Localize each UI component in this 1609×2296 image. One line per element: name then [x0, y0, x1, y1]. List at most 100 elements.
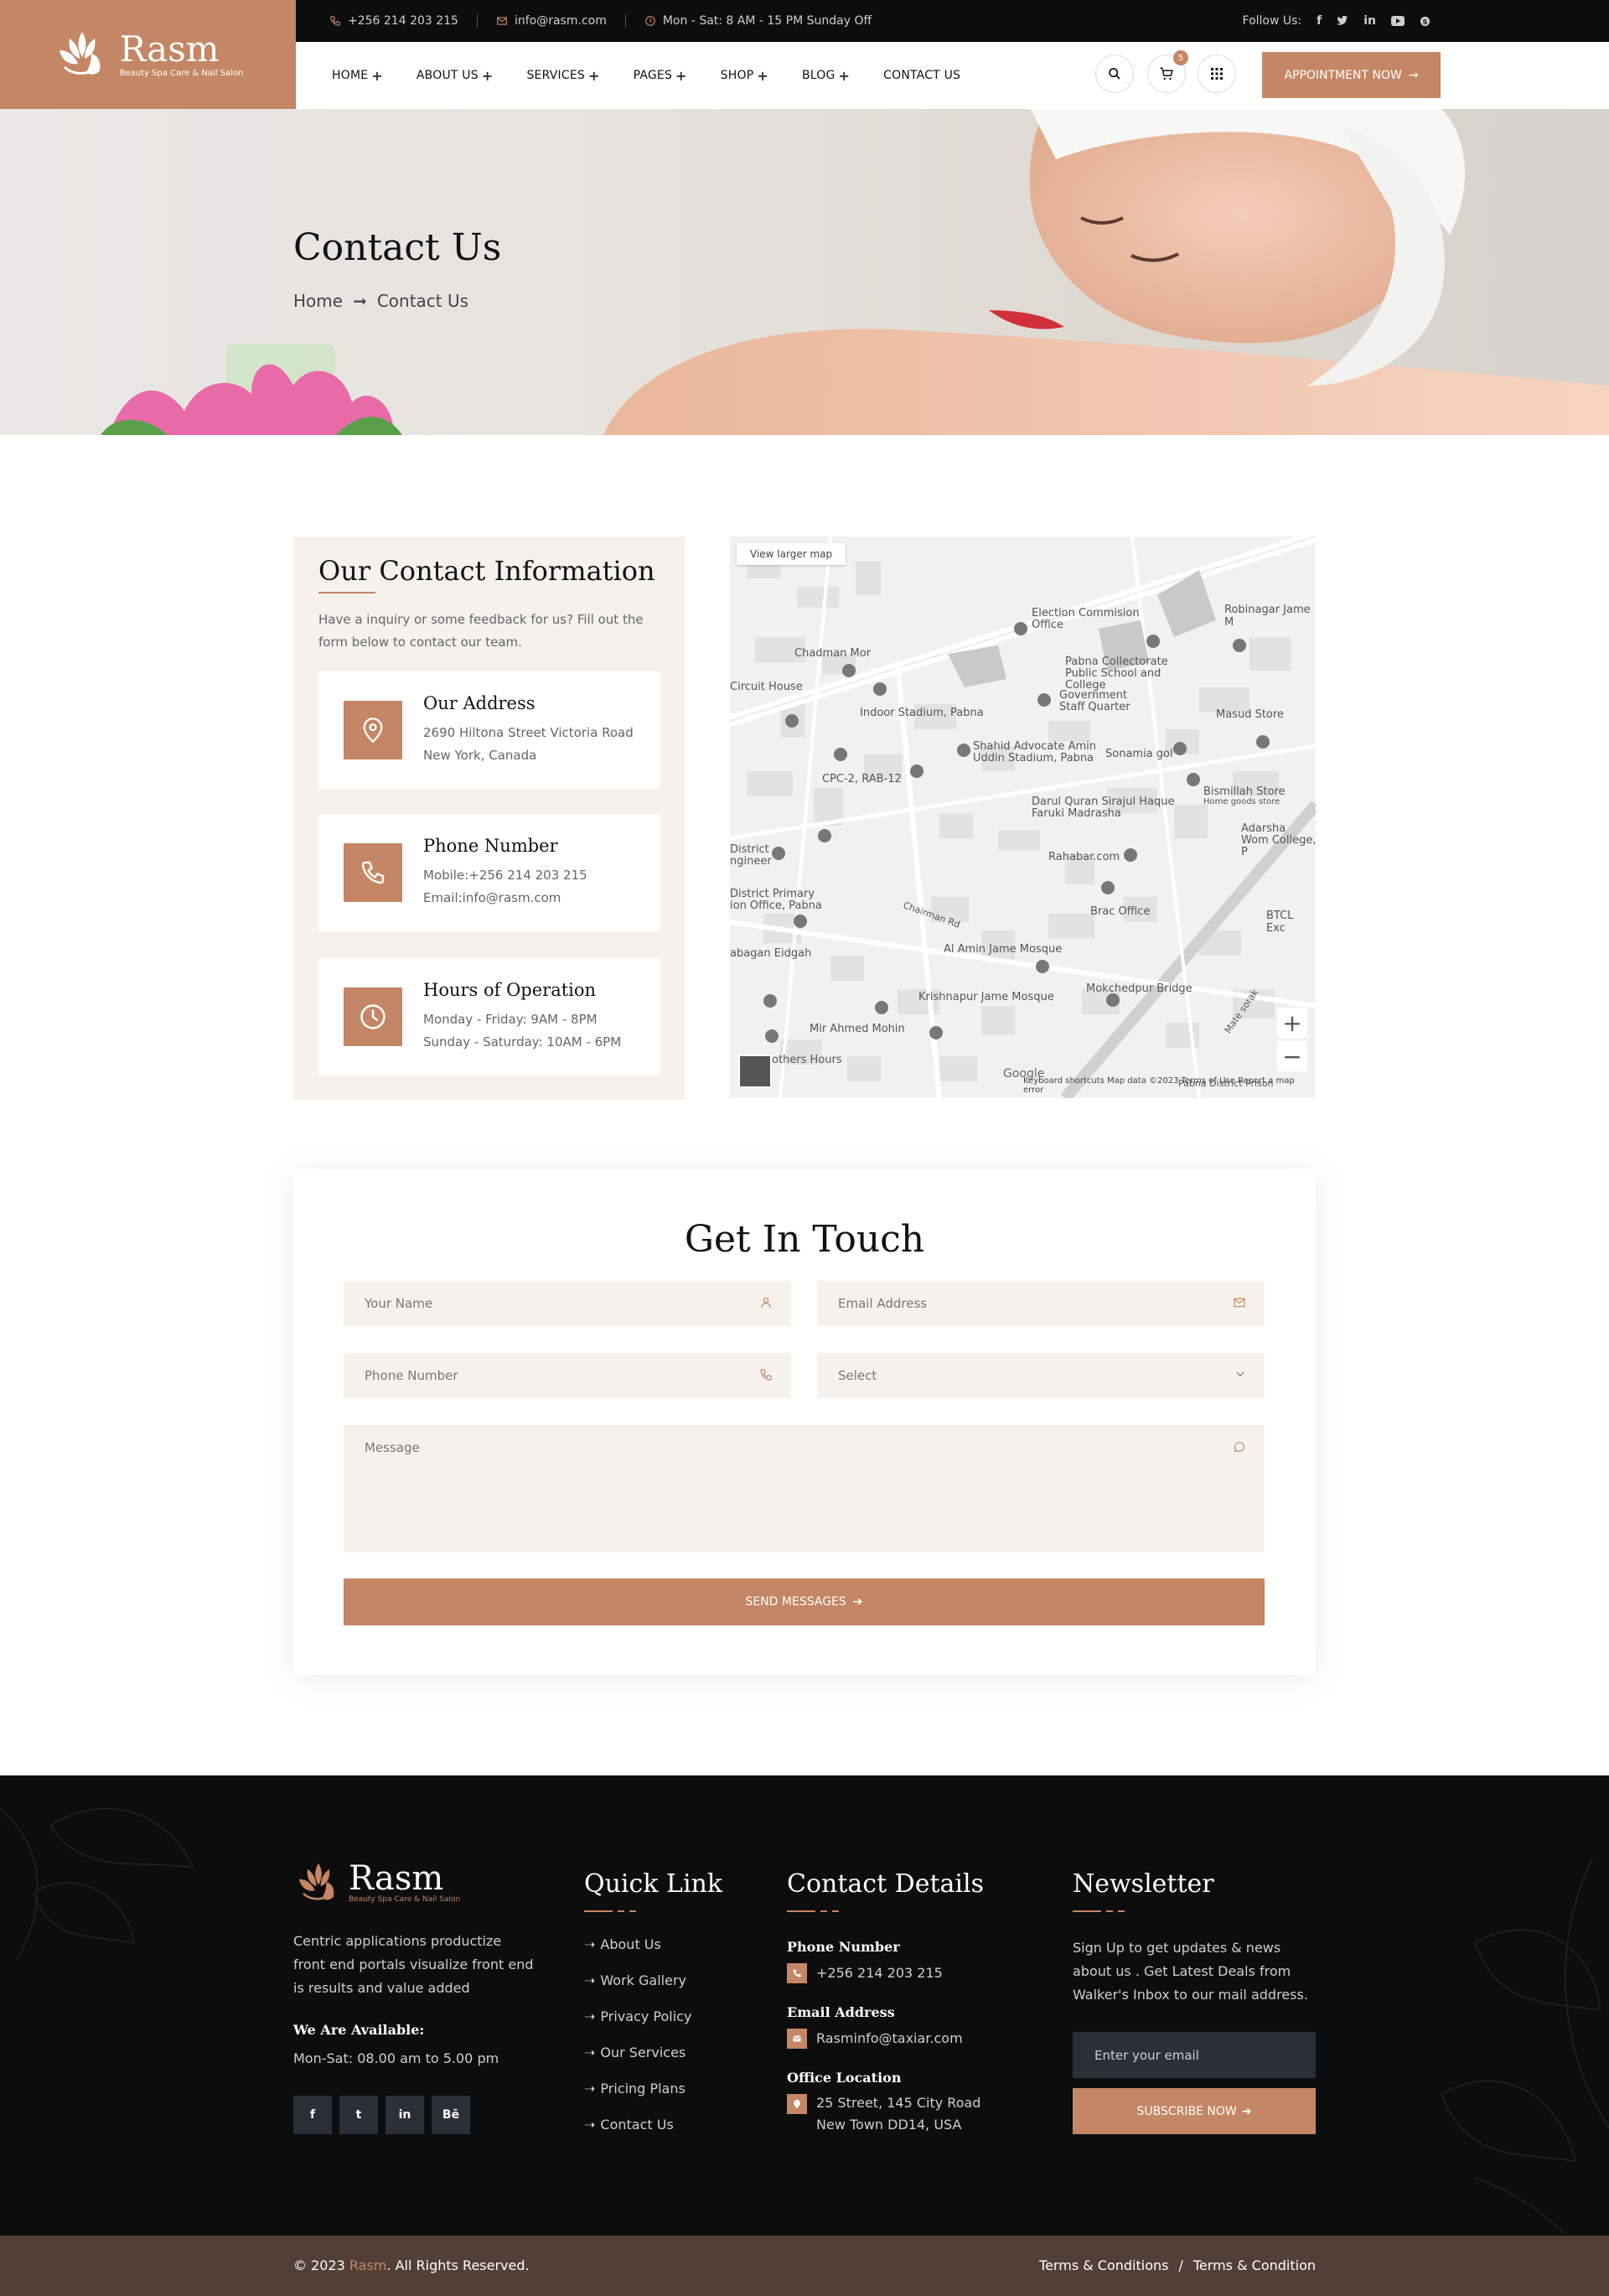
topbar-phone[interactable]: +256 214 203 215: [329, 14, 458, 28]
zoom-out-button[interactable]: −: [1277, 1041, 1307, 1071]
plus-icon: +: [587, 67, 600, 84]
arrow-right-icon: ➔: [852, 1595, 863, 1609]
phone-icon: [793, 1969, 801, 1977]
footer-email-title: Email Address: [787, 2004, 895, 2020]
topbar-email-text: info@rasm.com: [514, 14, 607, 28]
logo[interactable]: Rasm Beauty Spa Care & Nail Salon: [0, 0, 296, 109]
footer-about: Centric applications productize front en…: [293, 1933, 534, 1996]
plus-icon: +: [1282, 1008, 1302, 1037]
arrow-right-icon: ➝: [584, 1936, 596, 1952]
search-button[interactable]: [1095, 54, 1134, 93]
footer-facebook-button[interactable]: f: [293, 2096, 332, 2134]
email-placeholder: Email Address: [838, 1296, 928, 1311]
nav-shop[interactable]: SHOP +: [721, 68, 768, 84]
footer-twitter-button[interactable]: t: [339, 2096, 378, 2134]
hours-line-2: Sunday - Saturday: 10AM - 6PM: [423, 1034, 622, 1050]
send-messages-button[interactable]: SEND MESSAGES ➔: [344, 1578, 1265, 1625]
map-label: Krishnapur Jame Mosque: [918, 991, 1054, 1003]
map-label: Rahabar.com: [1048, 851, 1120, 863]
phone-icon: [361, 861, 385, 884]
arrow-right-icon: ➝: [584, 2008, 596, 2024]
cart-count-badge: 5: [1173, 50, 1188, 65]
plus-icon: +: [838, 67, 851, 84]
footer-link-pricing[interactable]: ➝ Pricing Plans: [584, 2081, 686, 2096]
footer-link-label: About Us: [600, 1936, 661, 1952]
map-label: Mokchedpur Bridge: [1086, 982, 1193, 995]
form-title: Get In Touch: [684, 1218, 925, 1261]
footer-brand-tagline: Beauty Spa Care & Nail Salon: [349, 1895, 461, 1904]
quick-link-title: Quick Link: [584, 1869, 723, 1899]
footer-logo[interactable]: Rasm Beauty Spa Care & Nail Salon: [293, 1858, 460, 1908]
nav-services[interactable]: SERVICES +: [526, 68, 599, 84]
footer-link-about[interactable]: ➝ About Us: [584, 1936, 661, 1952]
linkedin-icon[interactable]: in: [1363, 14, 1376, 28]
follow-us: Follow Us: f in S: [1243, 14, 1431, 28]
facebook-icon[interactable]: f: [1317, 14, 1322, 28]
skype-icon[interactable]: S: [1420, 16, 1431, 27]
footer-link-contact[interactable]: ➝ Contact Us: [584, 2117, 674, 2133]
subscribe-button[interactable]: SUBSCRIBE NOW ➔: [1073, 2088, 1316, 2134]
phone-line-1[interactable]: Mobile:+256 214 203 215: [423, 864, 587, 887]
address-icon-box: [344, 701, 402, 759]
copyright-brand[interactable]: Rasm: [349, 2257, 387, 2273]
footer-behance-button[interactable]: Bē: [432, 2096, 470, 2134]
copyright-suffix: . All Rights Reserved.: [386, 2257, 530, 2273]
nav-home[interactable]: HOME +: [332, 68, 383, 84]
email-field[interactable]: Email Address: [817, 1281, 1265, 1326]
satellite-toggle[interactable]: [738, 1055, 772, 1088]
chat-icon: [1234, 1442, 1244, 1453]
footer-link-privacy[interactable]: ➝ Privacy Policy: [584, 2008, 691, 2024]
phone-icon: [330, 16, 340, 26]
divider: [624, 14, 626, 28]
nav-pages[interactable]: PAGES +: [634, 68, 687, 84]
grid-icon: [1211, 68, 1223, 80]
minus-icon: −: [1282, 1042, 1302, 1070]
footer-link-label: Contact Us: [600, 2117, 674, 2133]
select-value: Select: [838, 1368, 877, 1383]
breadcrumb-home[interactable]: Home: [293, 291, 343, 311]
service-select[interactable]: Select: [817, 1353, 1265, 1398]
cart-button[interactable]: 5: [1147, 50, 1188, 93]
phone-field[interactable]: Phone Number: [344, 1353, 791, 1398]
nav-contact[interactable]: CONTACT US: [883, 69, 960, 82]
nav-blog[interactable]: BLOG +: [802, 68, 850, 84]
footer-link-services[interactable]: ➝ Our Services: [584, 2045, 686, 2060]
name-field[interactable]: Your Name: [344, 1281, 791, 1326]
mail-icon: [1234, 1298, 1245, 1308]
legal-links: Terms & Conditions / Terms & Condition: [1039, 2257, 1316, 2273]
youtube-icon[interactable]: [1391, 16, 1405, 26]
map-label: abagan Eidgah: [730, 947, 812, 960]
terms-conditions-link[interactable]: Terms & Conditions: [1039, 2257, 1168, 2273]
appointment-button[interactable]: APPOINTMENT NOW →: [1262, 52, 1441, 98]
nav-blog-label: BLOG: [801, 69, 836, 82]
topbar-email[interactable]: info@rasm.com: [496, 14, 607, 28]
footer-phone-value[interactable]: +256 214 203 215: [816, 1962, 943, 1985]
phone-icon: [760, 1369, 772, 1381]
view-larger-map-link[interactable]: View larger map: [737, 543, 846, 565]
map-label: Home goods store: [1203, 797, 1280, 806]
twitter-icon[interactable]: [1337, 16, 1348, 26]
page-banner: Contact Us Home ➞ Contact Us: [0, 109, 1609, 435]
zoom-in-button[interactable]: +: [1277, 1008, 1307, 1038]
copyright-prefix: © 2023: [293, 2257, 345, 2273]
message-field[interactable]: Message: [344, 1425, 1265, 1552]
brand-name: Rasm: [119, 28, 220, 70]
terms-condition-link[interactable]: Terms & Condition: [1193, 2257, 1316, 2273]
footer-email-value[interactable]: Rasminfo@taxiar.com: [816, 2027, 963, 2050]
map-footer[interactable]: Keyboard shortcuts Map data ©2023 Terms …: [1023, 1076, 1316, 1095]
footer-linkedin-button[interactable]: in: [385, 2096, 424, 2134]
nav-about[interactable]: ABOUT US +: [416, 68, 494, 84]
phone-line-2[interactable]: Email:info@rasm.com: [423, 887, 587, 910]
follow-label: Follow Us:: [1242, 14, 1302, 28]
map-label: District Primary ion Office, Pabna: [730, 888, 822, 912]
map-label: Mir Ahmed Mohin: [810, 1023, 905, 1035]
search-icon: [1109, 68, 1120, 80]
brand-tagline: Beauty Spa Care & Nail Salon: [119, 68, 244, 78]
google-map[interactable]: View larger map Election Commision Offic…: [730, 536, 1316, 1098]
footer-link-gallery[interactable]: ➝ Work Gallery: [584, 1972, 686, 1988]
newsletter-email-input[interactable]: Enter your email: [1073, 2032, 1316, 2078]
arrow-right-icon: ➞: [353, 291, 367, 311]
grid-menu-button[interactable]: [1198, 54, 1236, 93]
map-label: Bismillah Store: [1203, 785, 1286, 798]
map-label: Sonamia gol: [1105, 748, 1173, 760]
